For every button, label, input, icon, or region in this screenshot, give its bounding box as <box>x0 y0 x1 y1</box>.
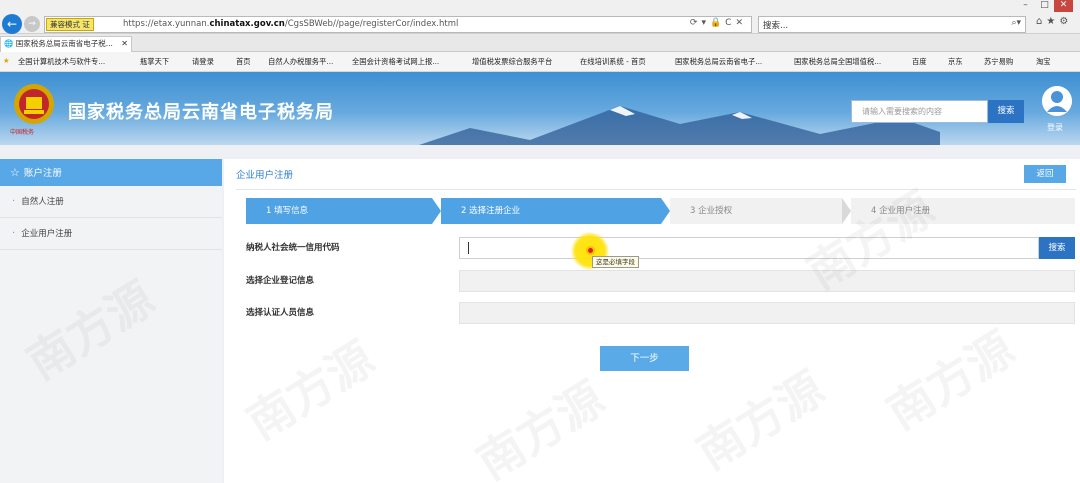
user-avatar-icon[interactable] <box>1042 86 1072 116</box>
browser-search-placeholder: 搜索... <box>763 21 789 31</box>
star-icon: ☆ <box>10 166 20 179</box>
home-star-gear-icons[interactable]: ⌂★⚙ <box>1036 16 1072 27</box>
page-area: ☆ 账户注册 · 自然人注册 · 企业用户注册 企业用户注册 返回 1 填写信息 2 … <box>0 145 1080 483</box>
next-step-button[interactable]: 下一步 <box>600 346 689 371</box>
sidebar-item-natural-person[interactable]: · 自然人注册 <box>0 186 222 218</box>
credit-code-input[interactable] <box>459 237 1039 259</box>
page-title: 企业用户注册 <box>236 170 294 181</box>
sidebar-header[interactable]: ☆ 账户注册 <box>0 159 222 186</box>
close-icon[interactable]: ✕ <box>1054 0 1073 12</box>
fav-item[interactable]: 苏宁易购 <box>984 57 1013 67</box>
step-2: 2 选择注册企业 <box>441 198 661 224</box>
bullet-icon: · <box>12 196 16 207</box>
text-caret <box>468 242 469 254</box>
window-controls: – □ ✕ <box>1016 0 1078 12</box>
fav-item[interactable]: 请登录 <box>192 57 214 67</box>
credit-code-search-button[interactable]: 搜索 <box>1039 237 1075 259</box>
fav-item[interactable]: 国家税务总局云南省电子... <box>675 57 762 67</box>
authenticator-label: 选择认证人员信息 <box>246 308 315 318</box>
fav-item[interactable]: 国家税务总局全国增值税... <box>794 57 881 67</box>
refresh-lock-icons[interactable]: ⟳▾🔒C✕ <box>690 18 747 28</box>
enterprise-registration-select[interactable] <box>459 270 1075 292</box>
browser-address-bar: – □ ✕ ← → 兼容模式 证 https://etax.yunnan.china… <box>0 0 1080 34</box>
tab-title: 国家税务总局云南省电子税... <box>15 39 113 48</box>
url-text: https://etax.yunnan.chinatax.gov.cn/CgsS… <box>123 19 459 29</box>
fav-item[interactable]: 京东 <box>948 57 963 67</box>
step-1: 1 填写信息 <box>246 198 432 224</box>
emblem-text: 中国税务 <box>10 129 35 136</box>
required-field-tooltip: 这是必填字段 <box>592 256 639 268</box>
tab-favicon-icon: 🌐 <box>4 39 14 48</box>
site-search-input[interactable]: 请输入需要搜索的内容 <box>851 100 988 123</box>
sidebar-item-label: 企业用户注册 <box>21 229 73 239</box>
fav-item[interactable]: 全国计算机技术与软件专... <box>18 57 105 67</box>
browser-tab[interactable]: 🌐 国家税务总局云南省电子税... ✕ <box>0 36 132 52</box>
url-input[interactable]: 兼容模式 证 https://etax.yunnan.chinatax.gov.… <box>44 16 752 33</box>
sidebar-item-enterprise[interactable]: · 企业用户注册 <box>0 218 222 250</box>
site-title: 国家税务总局云南省电子税务局 <box>68 102 334 123</box>
bullet-icon: · <box>12 228 16 239</box>
enterprise-registration-label: 选择企业登记信息 <box>246 276 315 286</box>
credit-code-label: 纳税人社会统一信用代码 <box>246 243 340 253</box>
sidebar-item-label: 自然人注册 <box>21 197 64 207</box>
mouse-cursor-icon <box>586 246 595 255</box>
back-arrow-icon[interactable]: ← <box>2 14 22 34</box>
step-3: 3 企业授权 <box>670 198 842 224</box>
maximize-icon[interactable]: □ <box>1035 0 1054 12</box>
step-arrow <box>432 198 441 224</box>
step-arrow <box>661 198 670 224</box>
fav-item[interactable]: 首页 <box>236 57 251 67</box>
back-button[interactable]: 返回 <box>1024 165 1066 183</box>
fav-item[interactable]: 瓶掌天下 <box>140 57 169 67</box>
site-search-button[interactable]: 搜索 <box>988 100 1024 123</box>
fav-item[interactable]: 淘宝 <box>1036 57 1051 67</box>
fav-item[interactable]: 百度 <box>912 57 927 67</box>
fav-item[interactable]: 在线培训系统 - 首页 <box>580 57 646 67</box>
main-panel: 企业用户注册 返回 1 填写信息 2 选择注册企业 3 企业授权 4 企业用户注… <box>224 159 1080 483</box>
sidebar: ☆ 账户注册 · 自然人注册 · 企业用户注册 <box>0 159 222 483</box>
authenticator-select[interactable] <box>459 302 1075 324</box>
fav-item[interactable]: 增值税发票综合服务平台 <box>472 57 552 67</box>
site-header: 中国税务 国家税务总局云南省电子税务局 请输入需要搜索的内容 搜索 登录 <box>0 72 1080 145</box>
minimize-icon[interactable]: – <box>1016 0 1035 12</box>
favorites-bar: ★ 全国计算机技术与软件专... 瓶掌天下 请登录 首页 自然人办税服务平...… <box>0 52 1080 72</box>
compat-mode-badge[interactable]: 兼容模式 证 <box>46 18 94 31</box>
step-arrow <box>842 198 851 224</box>
forward-arrow-icon[interactable]: → <box>24 16 40 32</box>
login-link[interactable]: 登录 <box>1047 122 1063 133</box>
favorites-star-icon[interactable]: ★ <box>3 56 10 65</box>
browser-search-input[interactable]: 搜索... ⌕▾ <box>758 16 1026 33</box>
browser-tab-bar: 🌐 国家税务总局云南省电子税... ✕ <box>0 34 1080 52</box>
fav-item[interactable]: 全国会计资格考试网上报... <box>352 57 439 67</box>
tab-close-icon[interactable]: ✕ <box>121 37 128 51</box>
title-divider <box>236 189 1076 190</box>
step-4: 4 企业用户注册 <box>851 198 1075 224</box>
fav-item[interactable]: 自然人办税服务平... <box>268 57 333 67</box>
sidebar-header-label: 账户注册 <box>23 168 62 179</box>
search-icon[interactable]: ⌕▾ <box>1011 18 1021 28</box>
